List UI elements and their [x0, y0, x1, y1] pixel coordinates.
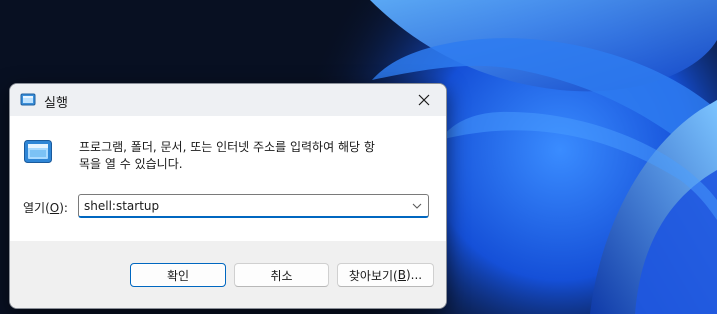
command-input[interactable]	[79, 195, 404, 216]
open-label-suffix: ):	[59, 201, 68, 215]
cancel-button-label: 취소	[270, 268, 293, 283]
dialog-title: 실행	[44, 96, 68, 111]
run-icon	[20, 93, 36, 106]
open-label: 열기(O):	[23, 199, 68, 216]
browse-label-prefix: 찾아보기(	[348, 268, 398, 283]
ok-button[interactable]: 확인	[130, 263, 226, 287]
open-label-mnemonic: O	[49, 201, 60, 215]
browse-label-mnemonic: B	[397, 268, 406, 282]
run-dialog: 실행 프로그램, 폴더, 문서, 또는 인터넷 주소를 입력하여 해당 항 목을…	[9, 83, 447, 309]
cancel-button[interactable]: 취소	[234, 263, 329, 287]
run-icon	[24, 140, 52, 163]
browse-label-suffix: )...	[405, 268, 423, 282]
command-combobox[interactable]	[78, 194, 429, 218]
title-bar[interactable]: 실행	[10, 84, 446, 116]
chevron-down-icon[interactable]	[410, 199, 424, 213]
browse-button[interactable]: 찾아보기(B)...	[337, 263, 434, 287]
close-button[interactable]	[402, 84, 446, 116]
ok-button-label: 확인	[166, 268, 190, 283]
dialog-description: 프로그램, 폴더, 문서, 또는 인터넷 주소를 입력하여 해당 항 목을 열 …	[79, 140, 375, 171]
dialog-content: 프로그램, 폴더, 문서, 또는 인터넷 주소를 입력하여 해당 항 목을 열 …	[10, 116, 446, 241]
open-label-prefix: 열기(	[23, 201, 50, 215]
close-icon	[418, 94, 430, 106]
dialog-footer: 확인 취소 찾아보기(B)...	[10, 241, 446, 308]
